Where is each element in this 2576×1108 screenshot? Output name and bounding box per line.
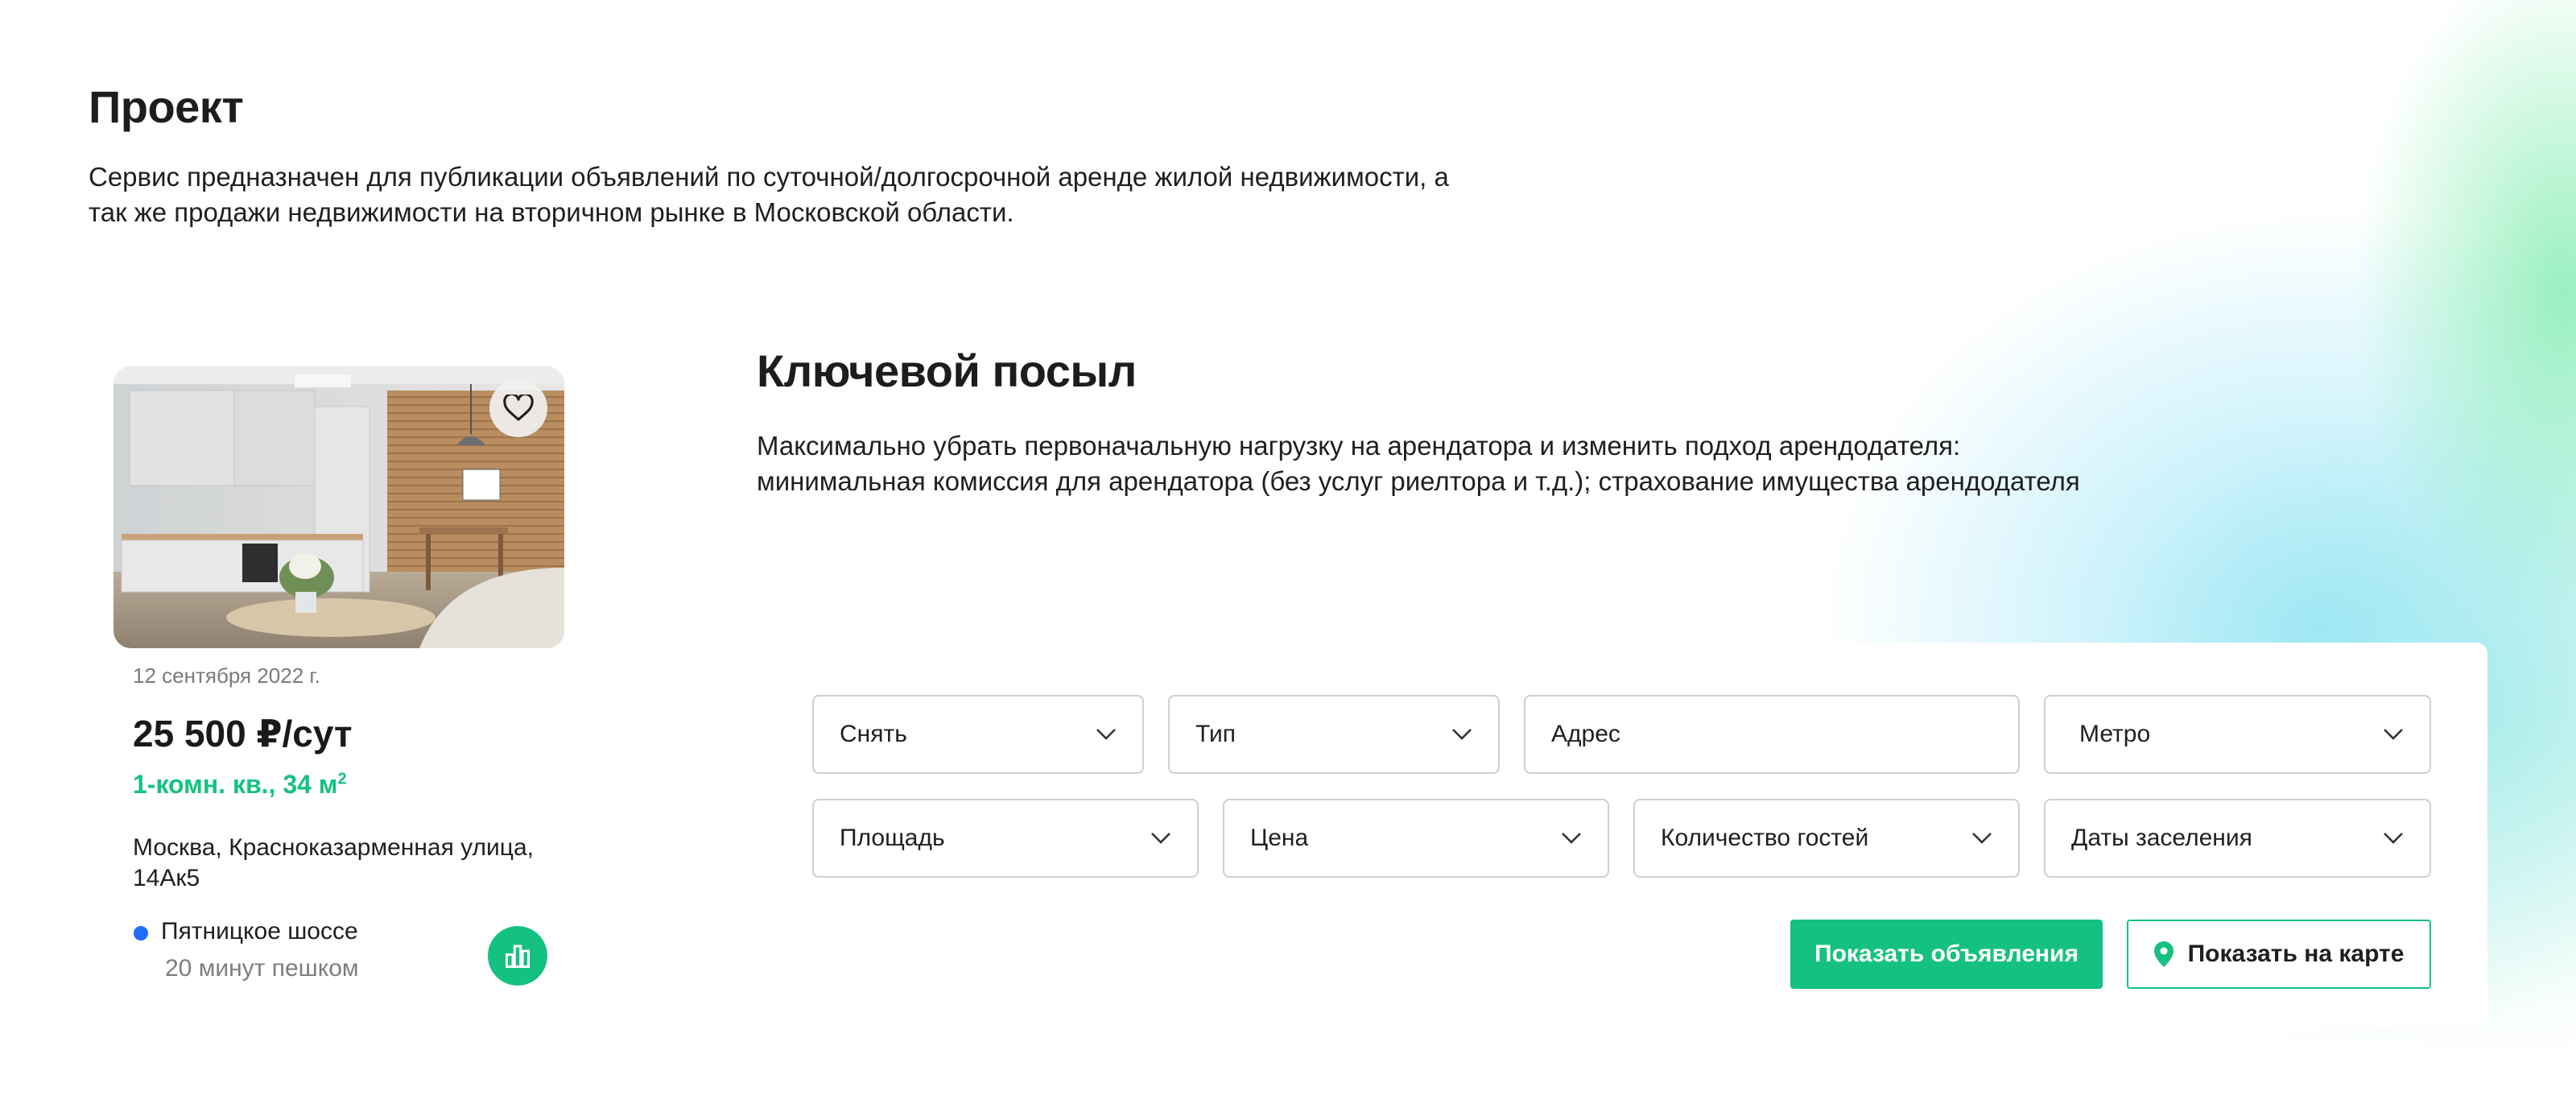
deal-type-select[interactable]: Снять bbox=[812, 695, 1144, 774]
chevron-down-icon bbox=[2384, 729, 2403, 740]
favorite-button[interactable] bbox=[489, 379, 547, 437]
property-type-label: Тип bbox=[1195, 721, 1236, 747]
project-description: Сервис предназначен для публикации объяв… bbox=[89, 162, 1449, 227]
guests-select[interactable]: Количество гостей bbox=[1633, 799, 2020, 878]
project-title: Проект bbox=[89, 81, 244, 132]
address-label: Адрес bbox=[1551, 721, 1620, 747]
chevron-down-icon bbox=[1562, 833, 1581, 844]
property-type-select[interactable]: Тип bbox=[1168, 695, 1500, 774]
area-label: Площадь bbox=[840, 825, 945, 851]
map-pin-icon bbox=[2153, 941, 2174, 967]
listing-price: 25 500 ₽/сут bbox=[133, 713, 353, 755]
show-listings-button[interactable]: Показать объявления bbox=[1790, 920, 2103, 989]
address-input[interactable]: Адрес bbox=[1524, 695, 2020, 774]
show-on-map-button[interactable]: Показать на карте bbox=[2127, 920, 2431, 989]
metro-line-dot bbox=[134, 926, 148, 941]
dates-label: Даты заселения bbox=[2071, 825, 2252, 851]
price-label: Цена bbox=[1250, 825, 1309, 851]
metro-station: Пятницкое шоссе bbox=[161, 918, 358, 945]
listing-date: 12 сентября 2022 г. bbox=[133, 664, 320, 688]
bar-chart-icon bbox=[506, 945, 530, 968]
stats-button[interactable] bbox=[488, 926, 547, 986]
heart-icon bbox=[503, 395, 534, 421]
dates-select[interactable]: Даты заселения bbox=[2044, 799, 2431, 878]
metro-label: Метро bbox=[2079, 721, 2151, 747]
key-message-description: Максимально убрать первоначальную нагруз… bbox=[757, 431, 2080, 496]
chevron-down-icon bbox=[1096, 729, 1116, 740]
chevron-down-icon bbox=[2384, 833, 2403, 844]
deal-type-label: Снять bbox=[840, 721, 907, 747]
metro-select[interactable]: Метро bbox=[2044, 695, 2431, 774]
guests-label: Количество гостей bbox=[1661, 825, 1869, 851]
chevron-down-icon bbox=[1452, 729, 1472, 740]
price-select[interactable]: Цена bbox=[1223, 799, 1609, 878]
chevron-down-icon bbox=[1972, 833, 1992, 844]
key-message-title: Ключевой посыл bbox=[757, 345, 1137, 396]
listing-type: 1-комн. кв., 34 м2 bbox=[133, 770, 347, 799]
metro-walk-time: 20 минут пешком bbox=[165, 955, 359, 982]
area-select[interactable]: Площадь bbox=[812, 799, 1199, 878]
listing-address: Москва, Красноказарменная улица, 14Ак5 bbox=[133, 834, 534, 891]
show-on-map-label: Показать на карте bbox=[2187, 941, 2405, 967]
chevron-down-icon bbox=[1151, 833, 1170, 844]
